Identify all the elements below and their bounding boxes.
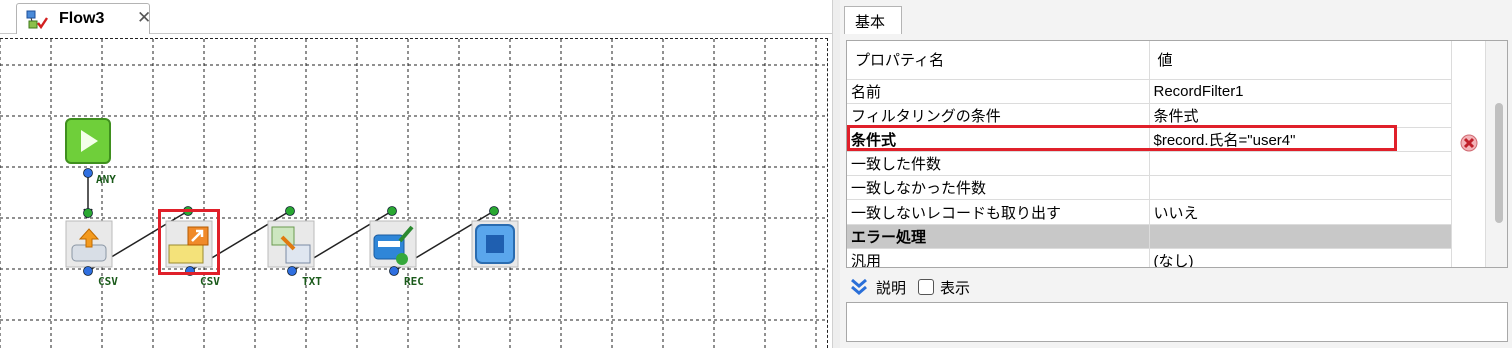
property-table-side [1451,41,1507,267]
editor-tab-bar: Flow3 ✕ [0,0,832,34]
connection-port[interactable] [285,206,295,216]
clear-value-icon[interactable] [1459,133,1479,153]
property-value[interactable]: (なし) [1149,248,1452,267]
property-row[interactable]: 汎用 (なし) [847,248,1452,267]
connection-port[interactable] [83,208,93,218]
properties-panel: 基本 プロパティ名 値 名前 RecordFilter1 フィルタリングの条件 条件式… [840,0,1512,348]
property-row[interactable]: 名前 RecordFilter1 [847,79,1452,104]
panel-splitter[interactable] [832,0,840,348]
connection-port[interactable] [83,266,93,276]
property-row[interactable]: 条件式 $record.氏名="user4" [847,127,1452,153]
property-table-container: プロパティ名 値 名前 RecordFilter1 フィルタリングの条件 条件式 条件式… [846,40,1508,268]
scrollbar-thumb[interactable] [1495,103,1503,223]
description-label: 説明 [876,279,907,297]
connection-port[interactable] [287,266,297,276]
property-table: プロパティ名 値 名前 RecordFilter1 フィルタリングの条件 条件式 条件式… [847,41,1452,267]
tab-basic[interactable]: 基本 [844,6,902,34]
column-header-value: 値 [1149,41,1452,80]
property-name: 汎用 [847,248,1150,267]
flow-diagram-icon [26,10,48,30]
property-name: フィルタリングの条件 [847,103,1150,128]
tab-close-icon[interactable]: ✕ [137,8,151,28]
connection-port[interactable] [183,206,193,216]
tab-label: Flow3 [59,10,105,27]
connection-port[interactable] [387,206,397,216]
property-row[interactable]: 一致した件数 [847,151,1452,177]
description-bar: 説明 表示 [846,272,1508,302]
column-header-name: プロパティ名 [847,41,1150,80]
description-text-area [846,302,1508,342]
port-type-label: CSV [98,275,118,288]
property-name: 条件式 [847,127,1150,153]
property-name: エラー処理 [847,224,1150,249]
record-map-node-icon[interactable] [369,220,417,268]
port-type-label: CSV [200,275,220,288]
property-row[interactable]: 一致しないレコードも取り出す いいえ [847,199,1452,225]
csv-convert-node-icon[interactable] [267,220,315,268]
property-name: 名前 [847,79,1150,104]
property-value[interactable]: RecordFilter1 [1149,79,1452,104]
canvas-grid [0,39,827,348]
property-value [1149,224,1452,249]
property-name: 一致した件数 [847,151,1150,177]
flow-canvas-drawing: ANY CSV CSV TXT REC [0,39,827,348]
record-filter-node-icon[interactable] [165,220,213,268]
end-node-icon[interactable] [471,220,519,268]
port-type-label: TXT [302,275,322,288]
flow-canvas[interactable]: ANY CSV CSV TXT REC [0,38,828,348]
port-type-label: ANY [96,173,116,186]
connection-port[interactable] [489,206,499,216]
connection-port[interactable] [83,168,93,178]
property-name: 一致しないレコードも取り出す [847,199,1150,225]
property-section-row: エラー処理 [847,224,1452,249]
property-name: 一致しなかった件数 [847,175,1150,201]
show-description-checkbox[interactable] [918,279,935,295]
property-value[interactable] [1149,175,1452,201]
property-row[interactable]: 一致しなかった件数 [847,175,1452,201]
port-type-label: REC [404,275,424,288]
property-value[interactable]: $record.氏名="user4" [1149,127,1452,153]
start-node-icon[interactable] [65,118,111,164]
double-chevron-down-icon[interactable] [848,276,870,298]
file-input-node-icon[interactable] [65,220,113,268]
property-value[interactable]: いいえ [1149,199,1452,225]
property-value[interactable] [1149,151,1452,177]
property-table-header: プロパティ名 値 [847,41,1452,80]
connection-port[interactable] [185,266,195,276]
tab-flow3[interactable]: Flow3 ✕ [16,3,151,34]
show-description-label: 表示 [940,279,971,297]
connection-port[interactable] [389,266,399,276]
property-value[interactable]: 条件式 [1149,103,1452,128]
vertical-scrollbar[interactable] [1485,41,1507,267]
flow-editor: Flow3 ✕ ANY CSV CSV TXT REC [0,0,832,348]
property-row[interactable]: フィルタリングの条件 条件式 [847,103,1452,128]
